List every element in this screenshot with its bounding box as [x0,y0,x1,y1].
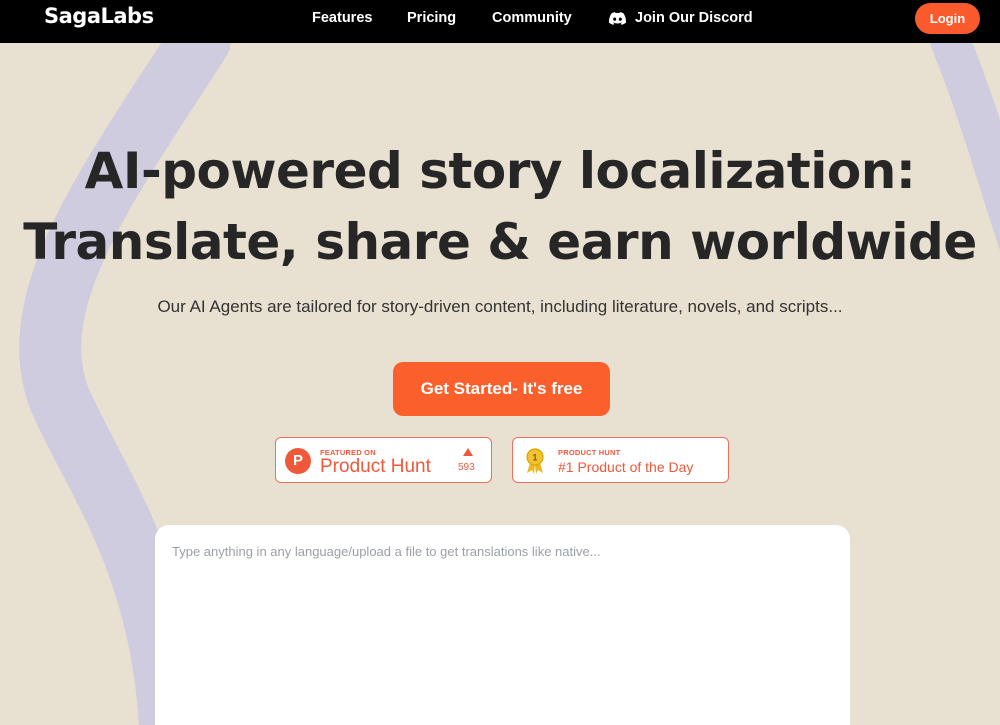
product-hunt-featured-badge[interactable]: P FEATURED ON Product Hunt 593 [275,437,492,483]
badge-product-hunt-small-label: PRODUCT HUNT [558,448,621,457]
login-button[interactable]: Login [915,3,980,34]
discord-icon [609,11,626,25]
nav-features[interactable]: Features [312,10,372,26]
product-hunt-logo-icon: P [285,448,311,474]
nav-community[interactable]: Community [492,10,572,26]
medal-icon: 1 [526,448,544,474]
nav-join-discord[interactable]: Join Our Discord [609,10,753,26]
get-started-button[interactable]: Get Started- It's free [393,362,610,416]
translation-panel [155,525,850,725]
hero-title: AI-powered story localization: Translate… [0,136,1000,278]
upvote-count: 593 [458,462,475,473]
hero-title-line2: Translate, share & earn worldwide [23,213,977,271]
nav-links: Features Pricing Community Join Our Disc… [0,0,1000,43]
badge-product-hunt-label: Product Hunt [320,456,431,477]
hero-subtitle: Our AI Agents are tailored for story-dri… [157,297,843,316]
nav-discord-label: Join Our Discord [635,10,753,26]
svg-text:1: 1 [532,453,537,463]
product-of-the-day-badge[interactable]: 1 PRODUCT HUNT #1 Product of the Day [512,437,729,483]
hero-title-line1: AI-powered story localization: [84,142,916,200]
badge-product-of-day-label: #1 Product of the Day [558,459,694,475]
nav-pricing[interactable]: Pricing [407,10,456,26]
upvote-arrow-icon [463,448,473,456]
translation-input[interactable] [155,525,850,725]
top-navbar: SagaLabs Features Pricing Community Join… [0,0,1000,43]
